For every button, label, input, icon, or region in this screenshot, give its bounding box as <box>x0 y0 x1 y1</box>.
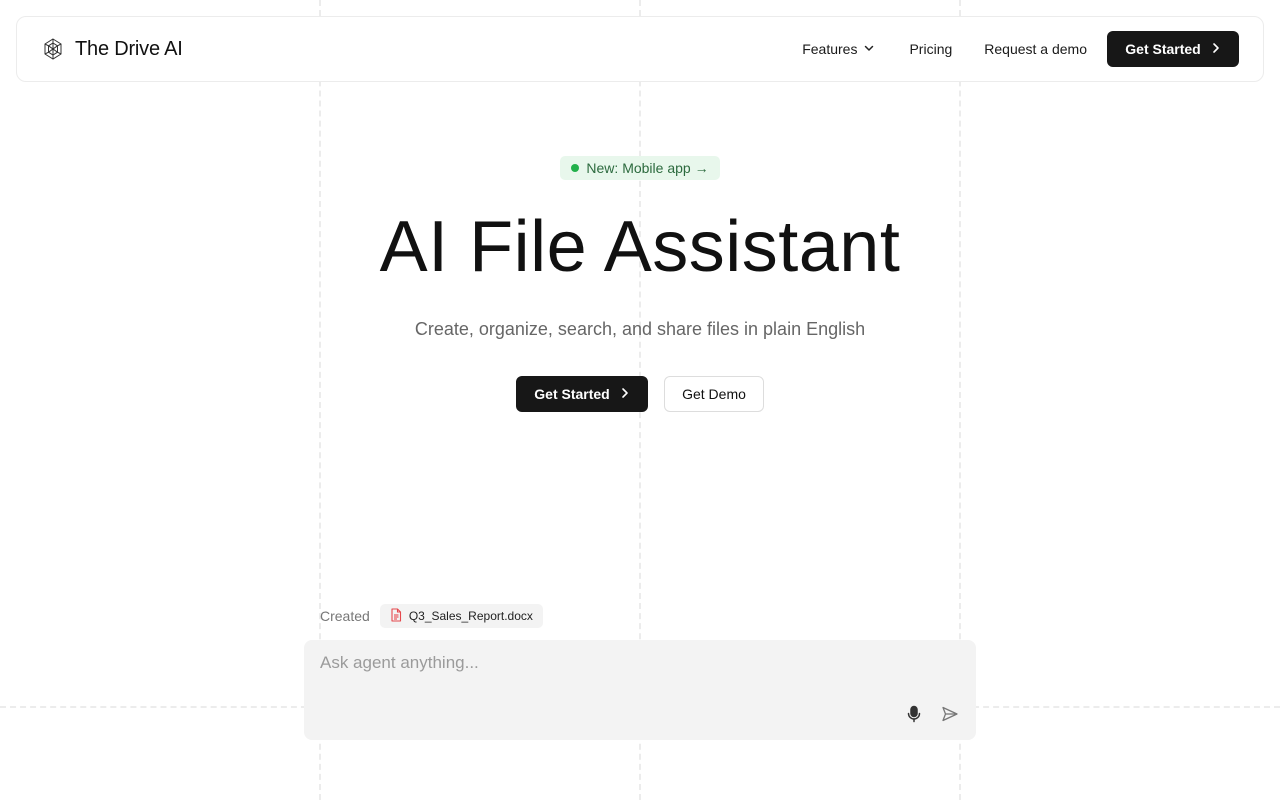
hero-subtitle: Create, organize, search, and share file… <box>414 319 866 339</box>
microphone-icon[interactable] <box>904 704 924 724</box>
badge-label: New: Mobile app → <box>586 160 709 176</box>
chevron-down-icon <box>863 41 875 57</box>
new-mobile-app-badge[interactable]: New: Mobile app → <box>560 156 720 180</box>
chevron-right-icon <box>1211 41 1221 57</box>
hero-title: AI File Assistant <box>379 207 901 287</box>
nav-get-started-label: Get Started <box>1125 41 1201 57</box>
chevron-right-icon <box>620 386 630 402</box>
get-demo-button[interactable]: Get Demo <box>664 376 764 412</box>
nav-features-label: Features <box>802 41 858 57</box>
document-icon <box>390 607 402 625</box>
nav-pricing[interactable]: Pricing <box>909 41 952 57</box>
hero-actions: Get Started Get Demo <box>516 376 764 412</box>
nav-features[interactable]: Features <box>802 41 875 57</box>
get-started-label: Get Started <box>534 386 610 402</box>
send-icon[interactable] <box>940 704 960 724</box>
brand-name: The Drive AI <box>75 37 183 60</box>
file-chip[interactable]: Q3_Sales_Report.docx <box>379 604 543 628</box>
created-label: Created <box>320 608 370 624</box>
get-started-button[interactable]: Get Started <box>516 376 648 412</box>
status-dot-icon <box>571 164 580 172</box>
brain-icon <box>41 37 65 61</box>
recent-activity: Created Q3_Sales_Report.docx <box>320 604 543 628</box>
file-name: Q3_Sales_Report.docx <box>408 609 533 623</box>
nav-request-demo[interactable]: Request a demo <box>984 41 1087 57</box>
agent-prompt-input[interactable] <box>320 650 960 676</box>
top-navbar: The Drive AI Features Pricing Request a … <box>16 16 1264 82</box>
brand[interactable]: The Drive AI <box>41 37 183 61</box>
nav-get-started-button[interactable]: Get Started <box>1107 31 1239 67</box>
agent-prompt-box <box>304 640 976 740</box>
nav-menu: Features Pricing Request a demo Get Star… <box>802 31 1239 67</box>
